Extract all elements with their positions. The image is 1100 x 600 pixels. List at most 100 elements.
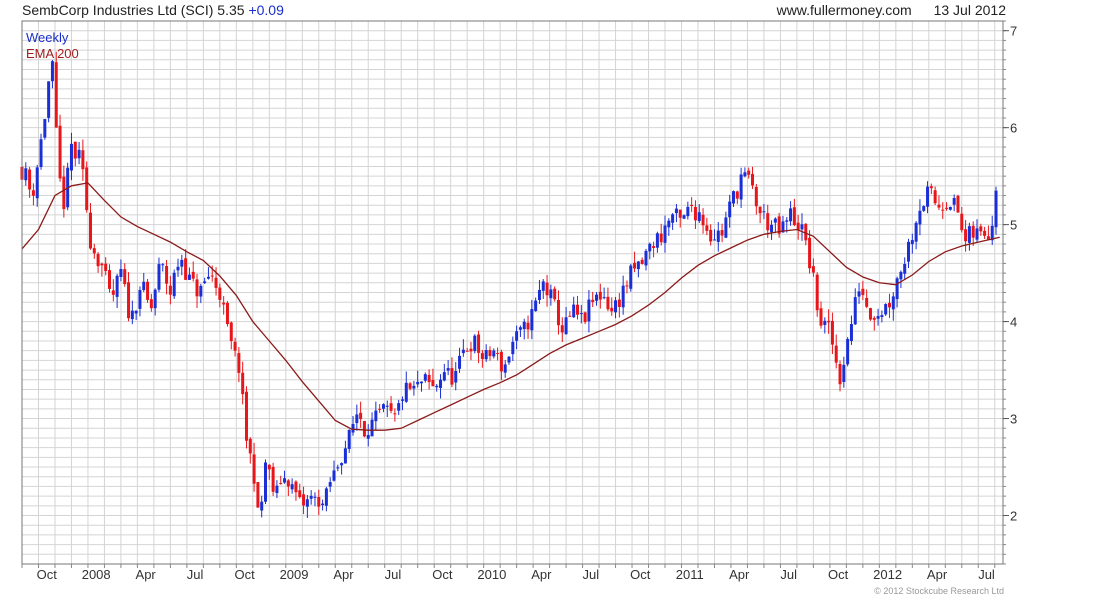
candle-body — [499, 351, 503, 372]
candle-body — [313, 496, 317, 498]
candle-body — [587, 299, 591, 322]
candle-body — [496, 352, 500, 354]
price-chart: 2 3 4 5 6 7 Oct 2008 Apr Jul Oct 2009 Apr Jul Oct 2010… — [20, 20, 1017, 582]
candle-body — [435, 385, 439, 388]
candle-body — [918, 210, 922, 225]
y-tick-label: 3 — [1010, 412, 1017, 427]
y-tick-label: 7 — [1010, 24, 1017, 39]
candle-body — [583, 312, 587, 323]
candle-body — [473, 335, 477, 352]
candle-body — [62, 176, 66, 210]
candle-body — [979, 226, 983, 232]
candle-body — [252, 454, 256, 484]
candle-body — [945, 207, 949, 209]
x-tick-label: Apr — [136, 567, 157, 582]
candle-body — [606, 296, 610, 310]
candle-body — [625, 285, 629, 287]
candle-body — [389, 403, 393, 411]
candle-body — [811, 266, 815, 273]
candle-body — [926, 186, 930, 207]
candle-body — [298, 490, 302, 498]
candle-body — [575, 304, 579, 315]
candle-body — [168, 285, 172, 295]
candle-body — [956, 195, 960, 213]
candle-body — [488, 350, 492, 357]
candle-body — [222, 302, 226, 305]
candle-body — [123, 269, 127, 285]
candle-body — [948, 206, 952, 210]
candle-body — [747, 170, 751, 175]
x-tick-label: Apr — [927, 567, 948, 582]
candle-body — [522, 321, 526, 330]
candle-body — [142, 281, 146, 291]
candle-body — [644, 250, 648, 266]
candle-body — [530, 309, 534, 331]
candle-body — [149, 299, 153, 309]
candle-body — [518, 327, 522, 330]
candle-body — [556, 299, 560, 326]
candle-body — [324, 488, 328, 506]
candle-body — [823, 320, 827, 325]
candle-body — [610, 307, 614, 312]
x-tick-label: Jul — [187, 567, 204, 582]
candle-body — [172, 272, 176, 297]
candle-body — [24, 168, 28, 181]
candle-body — [241, 372, 245, 395]
candle-body — [549, 289, 553, 299]
candle-body — [374, 410, 378, 422]
candle-body — [754, 186, 758, 207]
x-tick-label: Jul — [978, 567, 995, 582]
candle-body — [724, 217, 728, 238]
candle-body — [302, 494, 306, 506]
candle-body — [983, 230, 987, 236]
candle-body — [534, 300, 538, 312]
candle-body — [868, 308, 872, 320]
y-tick-label: 4 — [1010, 315, 1017, 330]
candle-body — [88, 212, 92, 249]
candle-body — [416, 381, 420, 385]
candle-body — [279, 482, 283, 484]
candle-body — [400, 399, 404, 401]
candle-body — [598, 291, 602, 300]
candle-body — [937, 204, 941, 208]
candle-body — [903, 264, 907, 274]
candle-body — [633, 262, 637, 269]
candle-body — [819, 308, 823, 326]
candle-body — [157, 264, 161, 290]
candle-body — [484, 350, 488, 360]
candle-body — [100, 263, 104, 266]
candle-body — [579, 313, 583, 315]
candle-body — [507, 356, 511, 363]
candle-body — [568, 315, 572, 317]
candle-body — [872, 317, 876, 320]
candle-body — [138, 290, 142, 309]
candle-body — [941, 209, 945, 211]
candle-body — [884, 303, 888, 315]
candle-body — [305, 499, 309, 507]
candle-body — [47, 81, 51, 118]
candle-body — [283, 478, 287, 483]
candle-body — [674, 208, 678, 214]
candle-body — [964, 229, 968, 242]
candle-body — [655, 233, 659, 248]
candle-body — [511, 341, 515, 355]
candle-body — [720, 230, 724, 236]
legend-ema-200: EMA 200 — [26, 46, 79, 61]
candle-body — [408, 383, 412, 389]
candle-body — [922, 206, 926, 211]
y-tick-label: 2 — [1010, 509, 1017, 524]
candle-body — [960, 213, 964, 231]
candle-body — [195, 279, 199, 297]
ema-200-line — [21, 182, 1000, 431]
candle-body — [146, 281, 150, 300]
candle-body — [275, 485, 279, 494]
candle-body — [785, 220, 789, 222]
candle-body — [663, 225, 667, 243]
candle-body — [439, 379, 443, 388]
candle-body — [237, 353, 241, 373]
candle-body — [701, 214, 705, 226]
candle-body — [564, 317, 568, 335]
candle-body — [134, 310, 138, 314]
candle-body — [553, 288, 557, 300]
candle-body — [842, 364, 846, 382]
